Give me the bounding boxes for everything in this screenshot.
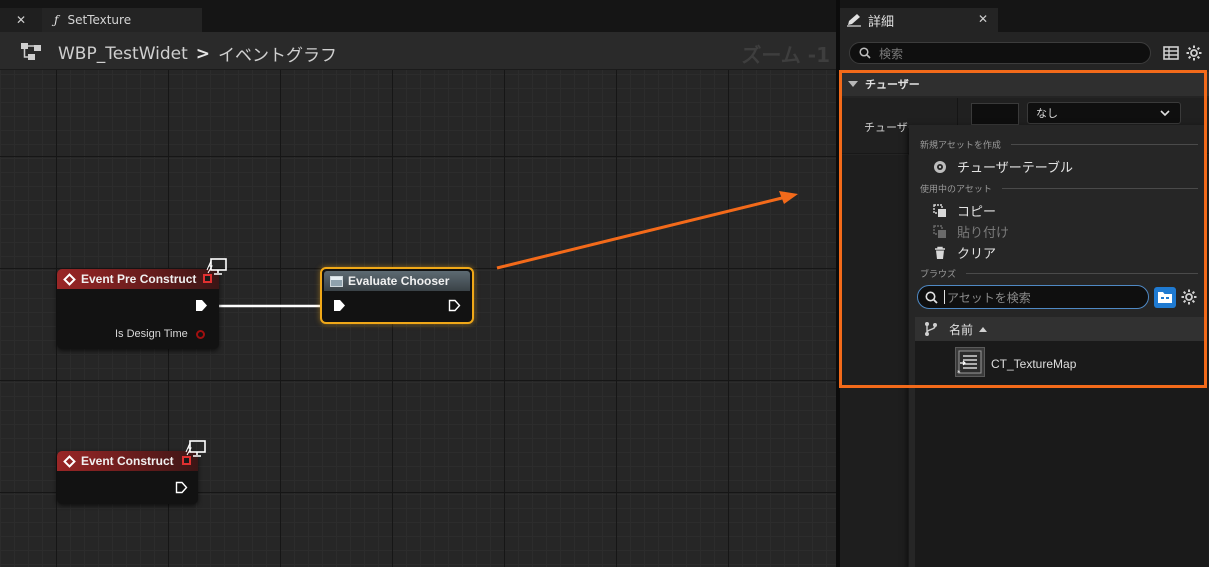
trash-icon (933, 246, 947, 260)
chooser-table-asset-icon: * (955, 347, 985, 377)
menu-item-copy[interactable]: コピー (933, 201, 996, 220)
asset-search-input[interactable]: アセットを検索 (917, 285, 1149, 309)
asset-picker-combo[interactable]: なし (1027, 102, 1181, 124)
node-title: Event Pre Construct (81, 272, 197, 286)
copy-icon (933, 203, 947, 218)
node-event-construct[interactable]: Event Construct (57, 451, 198, 504)
node-header: Event Construct (57, 451, 198, 471)
menu-item-label: コピー (957, 205, 997, 220)
section-label: 新規アセットを作成 (920, 141, 1001, 151)
tab-settexture[interactable]: ƒ SetTexture (42, 8, 202, 32)
node-header: Evaluate Chooser (324, 271, 470, 291)
category-chooser[interactable]: チューザー (840, 72, 1209, 96)
details-search-input[interactable]: 検索 (849, 42, 1151, 64)
search-placeholder: アセットを検索 (947, 290, 1031, 305)
gear-icon[interactable] (1185, 44, 1203, 62)
section-in-use-asset: 使用中のアセット (920, 182, 1198, 195)
section-divider (966, 273, 1198, 274)
tab-label: SetTexture (67, 13, 132, 27)
section-create-asset: 新規アセットを作成 (920, 138, 1198, 151)
asset-picker-menu: 新規アセットを作成 チューザーテーブル 使用中のアセット コピー 貼り付け クリ… (909, 125, 1207, 567)
menu-item-label: クリア (957, 247, 997, 262)
search-placeholder: 検索 (879, 46, 904, 61)
tab-label: 詳細 (868, 14, 895, 30)
function-node-icon (330, 275, 343, 287)
exec-output-pin[interactable] (175, 481, 188, 494)
gear-icon[interactable] (1180, 288, 1198, 306)
event-icon (63, 454, 76, 468)
section-divider (1001, 188, 1198, 189)
asset-name: CT_TextureMap (991, 357, 1077, 371)
column-header-name[interactable]: 名前 (949, 321, 973, 338)
menu-item-paste[interactable]: 貼り付け (933, 222, 1009, 241)
monitor-icon (185, 440, 206, 457)
monitor-icon (206, 258, 227, 275)
event-icon (63, 272, 76, 286)
text-caret (944, 290, 945, 304)
combo-value: なし (1036, 107, 1058, 120)
asset-thumbnail[interactable] (971, 103, 1019, 125)
browse-folder-button[interactable] (1154, 287, 1176, 308)
section-divider (1010, 144, 1198, 145)
sort-ascending-icon (979, 326, 988, 332)
close-tab-button[interactable]: ✕ (0, 8, 42, 32)
chooser-table-icon (933, 160, 947, 174)
source-control-branch-icon[interactable] (923, 321, 939, 337)
node-header: Event Pre Construct (57, 269, 219, 289)
exec-input-pin[interactable] (333, 299, 346, 312)
node-title: Event Construct (81, 454, 174, 468)
close-icon: ✕ (15, 13, 27, 27)
document-tab-bar: ✕ ƒ SetTexture (0, 0, 836, 32)
chevron-down-icon (1160, 110, 1170, 117)
asset-list-header: 名前 (915, 317, 1207, 341)
event-graph-canvas[interactable]: WBP_TestWidet > イベントグラフ ズーム -1 Event Pre… (0, 32, 836, 567)
close-icon[interactable]: ✕ (978, 12, 988, 26)
search-icon (859, 47, 871, 59)
pin-label-is-design-time: Is Design Time (115, 328, 188, 340)
exec-output-pin[interactable] (448, 299, 461, 312)
tab-details[interactable]: 詳細 ✕ (840, 8, 998, 32)
bool-output-pin[interactable] (196, 330, 205, 339)
category-label: チューザー (865, 78, 920, 91)
section-label: 使用中のアセット (920, 185, 992, 195)
exec-output-pin[interactable] (195, 299, 208, 312)
pencil-icon (847, 14, 861, 27)
annotation-arrow-line (496, 195, 787, 270)
menu-item-label: チューザーテーブル (957, 161, 1073, 176)
annotation-arrow-head (779, 191, 798, 204)
function-icon: ƒ (54, 13, 59, 27)
folder-icon (1158, 292, 1172, 303)
menu-item-clear[interactable]: クリア (933, 243, 996, 262)
section-browse: ブラウズ (920, 267, 1198, 280)
menu-item-label: 貼り付け (957, 226, 1010, 241)
asset-list: * CT_TextureMap (915, 341, 1207, 567)
collapse-triangle-icon (848, 81, 858, 87)
table-view-icon[interactable] (1162, 44, 1180, 62)
node-event-pre-construct[interactable]: Event Pre Construct Is Design Time (57, 269, 219, 349)
search-icon (925, 291, 938, 304)
menu-item-chooser-table[interactable]: チューザーテーブル (933, 157, 1073, 176)
section-label: ブラウズ (920, 270, 957, 280)
list-item[interactable]: * CT_TextureMap (915, 345, 1207, 383)
svg-text:*: * (957, 369, 961, 376)
paste-icon (933, 224, 947, 239)
node-title: Evaluate Chooser (348, 274, 450, 288)
node-evaluate-chooser[interactable]: Evaluate Chooser (320, 267, 474, 324)
